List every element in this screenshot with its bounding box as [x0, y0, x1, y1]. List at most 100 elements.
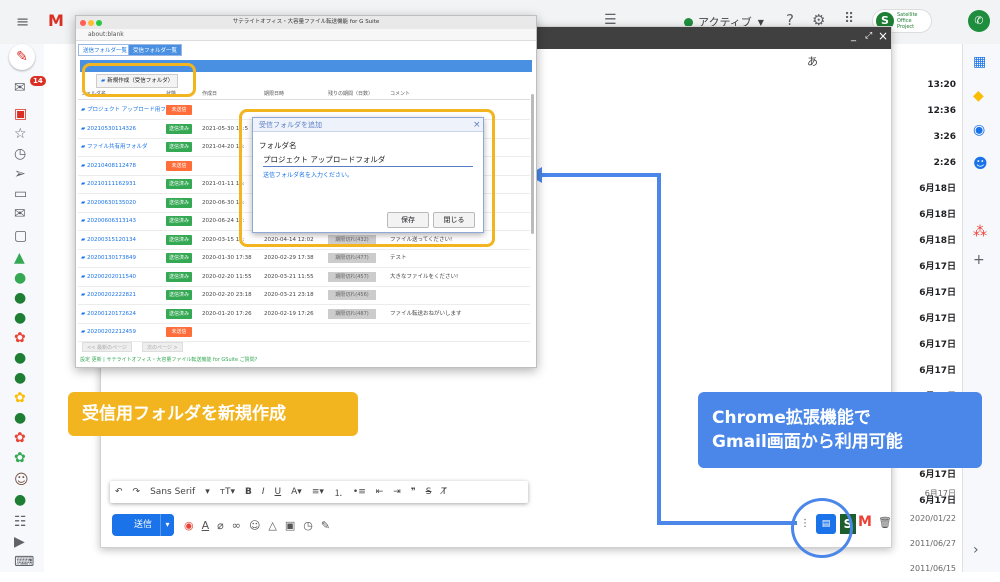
url-bar[interactable]: about:blank — [76, 29, 536, 41]
format-options-icon[interactable]: A — [202, 519, 210, 532]
quote-icon[interactable]: ❞ — [406, 487, 421, 497]
col-remaining[interactable]: 残りの期間（日数） — [328, 90, 373, 97]
callout-chrome-extension: Chrome拡張機能で Gmail画面から利用可能 — [698, 392, 982, 468]
table-row[interactable]: ▰ 20200202011540 送信済み 2020-02-20 11:55 2020… — [78, 268, 530, 287]
folder-name-link[interactable]: ▰ 20200202011540 — [81, 268, 136, 287]
link-icon[interactable]: ∞ — [232, 519, 241, 532]
remaining-badge: 期限切れ(457) — [328, 271, 376, 282]
deadline-date: 2020-03-21 23:18 — [264, 292, 314, 298]
italic-icon[interactable]: I — [257, 487, 270, 497]
extension-highlight-circle — [791, 498, 853, 558]
close-dot-icon[interactable] — [80, 20, 86, 26]
photo-icon[interactable]: ▣ — [285, 519, 295, 532]
folder-name-text: 20200130173849 — [86, 255, 136, 261]
minimize-dot-icon[interactable] — [88, 20, 94, 26]
font-select[interactable]: Sans Serif — [145, 487, 200, 497]
pager-prev-button[interactable]: << 最新のページ — [82, 342, 132, 352]
bulleted-list-icon[interactable]: •≡ — [348, 487, 371, 497]
scrollbar[interactable] — [531, 94, 534, 234]
folder-name-link[interactable]: ▰ 20210111162931 — [81, 175, 136, 194]
folder-name-text: 20200202212459 — [86, 329, 136, 335]
indent-more-icon[interactable]: ⇥ — [388, 487, 406, 497]
gmail-m-icon[interactable]: M — [858, 514, 872, 530]
format-toolbar: ↶ ↷ Sans Serif ▾ тT▾ B I U A▾ ≡▾ ⒈ •≡ ⇤ … — [110, 481, 528, 503]
folder-name-link[interactable]: ▰ プロジェクト アップロード用フ — [81, 101, 166, 120]
fullscreen-icon[interactable]: ⤢ — [865, 31, 872, 41]
folder-name-link[interactable]: ▰ 20200606313143 — [81, 212, 136, 231]
send-label: 送信 — [133, 520, 152, 530]
created-date: 2020-02-20 11:55 — [202, 273, 252, 280]
folder-name-link[interactable]: ▰ 20200315120134 — [81, 231, 136, 250]
folder-name-link[interactable]: ▰ 20210408112478 — [81, 157, 136, 176]
clear-format-icon[interactable]: T̸ — [436, 487, 452, 497]
folder-name-link[interactable]: ▰ ファイル共有用フォルダ — [81, 138, 148, 157]
signature-icon[interactable]: ✎ — [321, 519, 330, 532]
trash-icon[interactable]: 🗑 — [878, 516, 892, 529]
table-row[interactable]: ▰ 20200202222821 送信済み 2020-02-20 23:18 2020… — [78, 286, 530, 305]
arrow-horizontal-bottom — [657, 521, 797, 525]
arrow-horizontal-top — [540, 173, 661, 177]
strikethrough-icon[interactable]: S — [421, 487, 437, 497]
folder-name-link[interactable]: ▰ 20200630135020 — [81, 194, 136, 213]
inbox-row-time: 2020/01/22 — [909, 514, 956, 523]
created-date: 2020-01-30 17:38 — [202, 255, 252, 261]
font-size-icon[interactable]: тT▾ — [215, 487, 240, 497]
callout-create-folder: 受信用フォルダを新規作成 — [68, 392, 358, 436]
undo-icon[interactable]: ↶ — [110, 487, 128, 497]
chrome-ext-icon[interactable]: ◉ — [184, 519, 194, 532]
folder-name-text: 20210530114326 — [86, 125, 136, 132]
table-row[interactable]: ▰ 20200202212459 未送信 — [78, 323, 530, 342]
folder-name-link[interactable]: ▰ 20210530114326 — [81, 120, 136, 139]
numbered-list-icon[interactable]: ⒈ — [329, 486, 348, 499]
table-row[interactable]: ▰ 20200120172624 送信済み 2020-01-20 17:26 2020… — [78, 305, 530, 324]
window-title: サテライトオフィス・大容量ファイル転送機能 for G Suite — [76, 16, 536, 29]
chevron-down-icon[interactable]: ▾ — [200, 487, 215, 497]
folder-name-text: 20200630135020 — [86, 199, 136, 206]
new-button-highlight — [82, 63, 196, 97]
minimize-icon[interactable]: _ — [851, 31, 856, 42]
status-badge: 送信済み — [166, 290, 192, 300]
folder-name-text: 20200315120134 — [86, 236, 136, 243]
attach-icon[interactable]: ⌀ — [217, 519, 224, 532]
redo-icon[interactable]: ↷ — [128, 487, 146, 497]
col-created[interactable]: 作成日 — [202, 90, 217, 97]
compose-bottom-tools: ◉ A ⌀ ∞ ☺ △ ▣ ◷ ✎ — [184, 514, 330, 536]
status-badge: 未送信 — [166, 160, 192, 171]
folder-name-link[interactable]: ▰ 20200130173849 — [81, 249, 136, 268]
col-comment[interactable]: コメント — [390, 90, 410, 97]
table-row[interactable]: ▰ 20200130173849 送信済み 2020-01-30 17:38 2020… — [78, 249, 530, 268]
folder-name-link[interactable]: ▰ 20200202212459 — [81, 323, 136, 342]
align-icon[interactable]: ≡▾ — [307, 487, 329, 497]
tab-sent-folders[interactable]: 送信フォルダ一覧 — [78, 44, 133, 56]
status-badge: 送信済み — [166, 234, 192, 245]
confidential-icon[interactable]: ◷ — [303, 519, 313, 532]
folder-name-text: 20210111162931 — [86, 181, 136, 187]
status-badge: 送信済み — [166, 308, 192, 319]
folder-name-text: ファイル共有用フォルダ — [86, 144, 148, 150]
folder-name-text: 20210408112478 — [86, 162, 136, 169]
status-badge: 送信済み — [166, 179, 192, 189]
pager-next-button[interactable]: 次のページ > — [142, 342, 183, 352]
bold-icon[interactable]: B — [240, 487, 257, 497]
status-badge: 送信済み — [166, 123, 192, 134]
indent-less-icon[interactable]: ⇤ — [371, 487, 389, 497]
text-color-icon[interactable]: A▾ — [286, 487, 307, 497]
input-language[interactable]: あ — [807, 53, 818, 69]
tab-received-folders[interactable]: 受信フォルダ一覧 — [128, 44, 183, 56]
status-badge: 送信済み — [166, 197, 192, 208]
drive-insert-icon[interactable]: △ — [268, 519, 276, 532]
status-badge: 送信済み — [166, 142, 192, 152]
deadline-date: 2020-02-19 17:26 — [264, 310, 314, 317]
send-options-icon[interactable]: ▾ — [160, 514, 174, 536]
footer-links[interactable]: 設定 更新 | サテライトオフィス・大容量ファイル転送機能 for GSuite… — [80, 356, 257, 363]
status-badge: 送信済み — [166, 271, 192, 282]
folder-name-link[interactable]: ▰ 20200202222821 — [81, 286, 136, 305]
col-deadline[interactable]: 期限日時 — [264, 90, 284, 97]
status-badge: 送信済み — [166, 253, 192, 263]
zoom-dot-icon[interactable] — [96, 20, 102, 26]
status-badge: 未送信 — [166, 105, 192, 115]
close-icon[interactable]: × — [878, 29, 888, 43]
underline-icon[interactable]: U — [270, 487, 287, 497]
emoji-icon[interactable]: ☺ — [249, 519, 260, 532]
folder-name-link[interactable]: ▰ 20200120172624 — [81, 305, 136, 324]
